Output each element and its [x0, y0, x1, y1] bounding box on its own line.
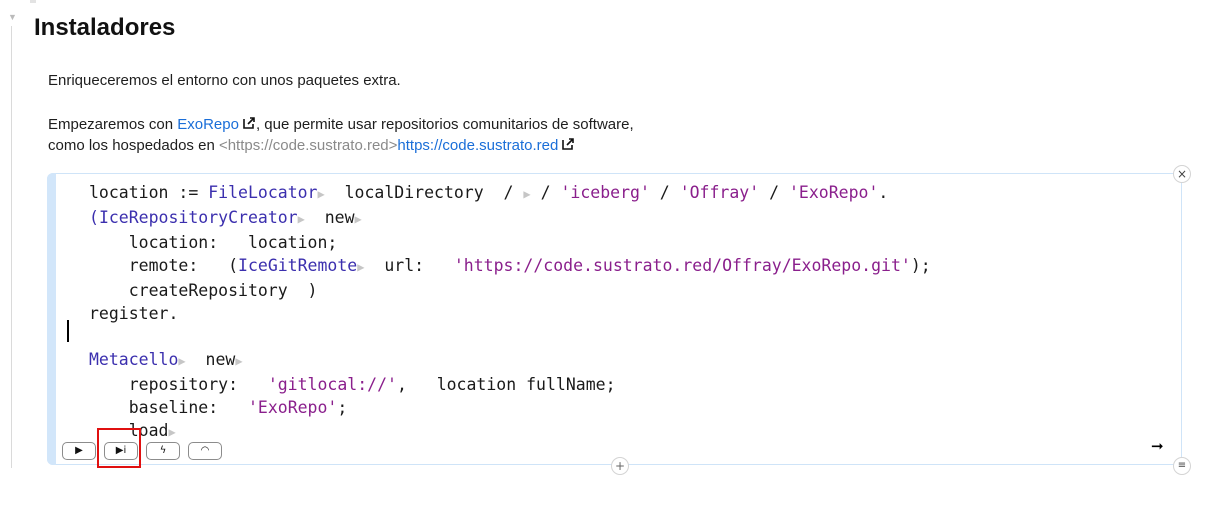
section-gutter — [11, 26, 12, 468]
snippet-side-bar — [47, 173, 56, 465]
run-arrow-icon[interactable]: ➞ — [1151, 437, 1164, 455]
para-text: como los hospedados en — [48, 137, 219, 154]
page-heading: Instaladores — [34, 14, 176, 41]
profile-gauge-button[interactable]: ◠ — [188, 442, 222, 460]
exorepo-paragraph: Empezaremos con ExoRepo , que permite usa… — [48, 114, 634, 156]
exorepo-link[interactable]: ExoRepo — [177, 116, 239, 133]
corner-tick — [30, 0, 36, 3]
text-cursor — [67, 320, 69, 342]
add-snippet-button[interactable]: + — [611, 457, 629, 475]
code-snippet[interactable]: location := FileLocator▶ localDirectory … — [47, 173, 1182, 465]
debug-bolt-button[interactable]: ϟ — [146, 442, 180, 460]
para-text: Empezaremos con — [48, 116, 178, 133]
external-link-icon[interactable] — [561, 137, 575, 151]
sustrato-link[interactable]: https://code.sustrato.red — [397, 137, 558, 154]
para-text: , que permite usar repositorios comunita… — [255, 116, 634, 133]
raw-url-text: <https://code.sustrato.red> — [218, 137, 398, 154]
intro-paragraph: Enriqueceremos el entorno con unos paque… — [48, 72, 401, 89]
play-button[interactable]: ▶ — [62, 442, 96, 460]
highlight-box — [97, 428, 141, 468]
code-editor[interactable]: location := FileLocator▶ localDirectory … — [89, 181, 931, 444]
close-icon[interactable]: × — [1173, 165, 1191, 183]
external-link-icon[interactable] — [242, 116, 256, 130]
collapse-chevron-icon[interactable]: ▼ — [8, 12, 17, 22]
menu-icon[interactable]: ≡ — [1173, 457, 1191, 475]
